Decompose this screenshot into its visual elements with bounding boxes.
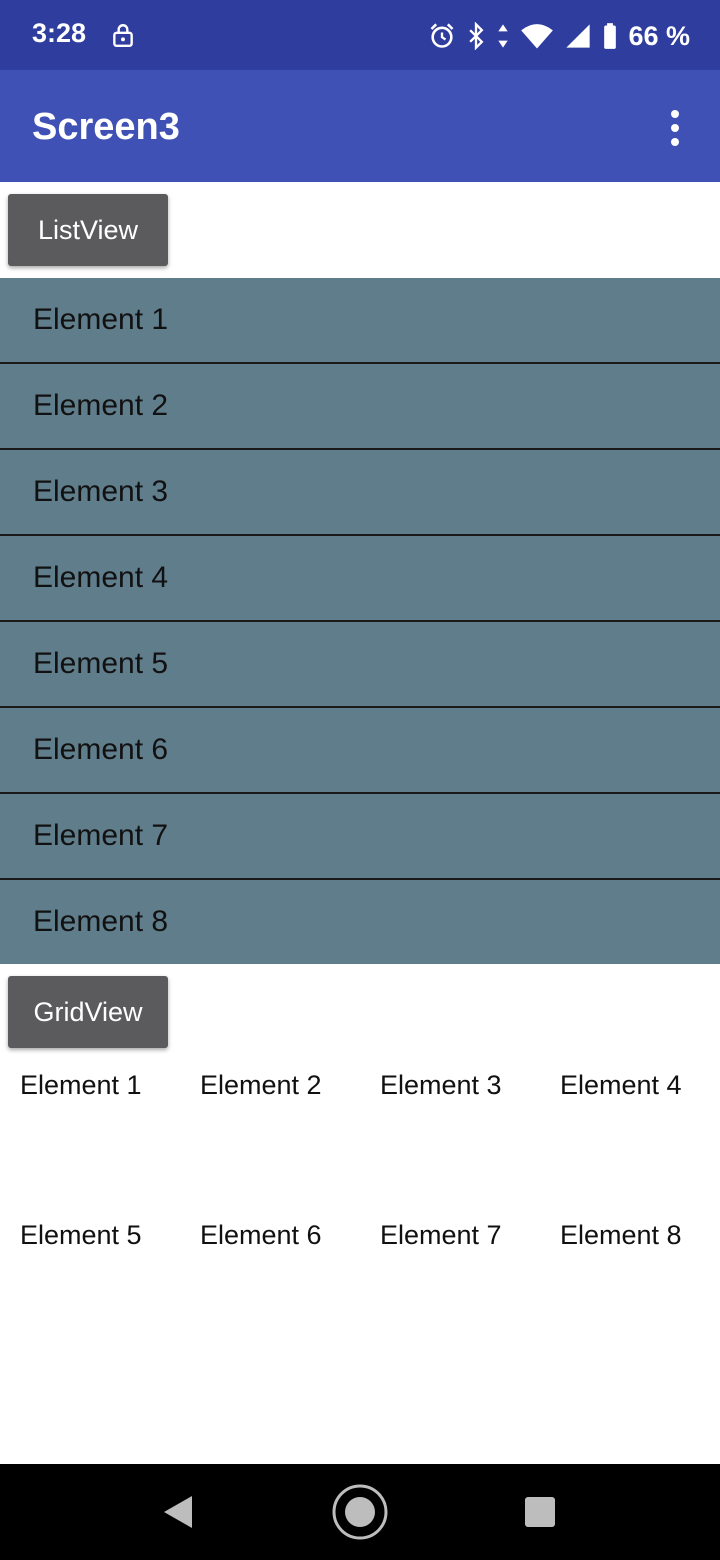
- list-view: Element 1 Element 2 Element 3 Element 4 …: [0, 278, 720, 964]
- grid-item[interactable]: Element 5: [0, 1208, 180, 1358]
- list-item[interactable]: Element 3: [0, 450, 720, 536]
- svg-text:4: 4: [542, 39, 548, 50]
- list-item[interactable]: Element 2: [0, 364, 720, 450]
- grid-item[interactable]: Element 2: [180, 1058, 360, 1208]
- page-title: Screen3: [32, 106, 180, 148]
- list-item[interactable]: Element 7: [0, 794, 720, 880]
- status-bar: 3:28 4 66 %: [0, 0, 720, 70]
- app-bar: Screen3: [0, 70, 720, 182]
- list-item[interactable]: Element 4: [0, 536, 720, 622]
- status-time: 3:28: [32, 18, 87, 48]
- status-icons: 4 66 %: [428, 18, 690, 54]
- grid-item[interactable]: Element 3: [360, 1058, 540, 1208]
- grid-item[interactable]: Element 1: [0, 1058, 180, 1208]
- lock-icon: [113, 24, 133, 48]
- alarm-icon: [431, 23, 454, 48]
- grid-item[interactable]: Element 7: [360, 1208, 540, 1358]
- more-vert-icon[interactable]: [660, 108, 690, 148]
- navigation-bar: [0, 1464, 720, 1560]
- grid-item[interactable]: Element 6: [180, 1208, 360, 1358]
- grid-item[interactable]: Element 4: [540, 1058, 720, 1208]
- bluetooth-icon: [469, 22, 484, 50]
- battery-percentage: 66 %: [628, 20, 690, 51]
- home-icon[interactable]: [330, 1482, 390, 1542]
- battery-icon: [604, 23, 617, 49]
- list-item[interactable]: Element 5: [0, 622, 720, 708]
- list-item[interactable]: Element 6: [0, 708, 720, 794]
- data-arrows-icon: [498, 24, 509, 48]
- list-item[interactable]: Element 1: [0, 278, 720, 364]
- back-icon[interactable]: [160, 1494, 194, 1530]
- recents-icon[interactable]: [524, 1496, 556, 1528]
- signal-icon: [566, 24, 591, 48]
- gridview-button[interactable]: GridView: [8, 976, 168, 1048]
- grid-view: Element 1 Element 2 Element 3 Element 4 …: [0, 1058, 720, 1358]
- list-item[interactable]: Element 8: [0, 880, 720, 964]
- listview-button[interactable]: ListView: [8, 194, 168, 266]
- wifi-icon: 4: [521, 24, 554, 50]
- grid-item[interactable]: Element 8: [540, 1208, 720, 1358]
